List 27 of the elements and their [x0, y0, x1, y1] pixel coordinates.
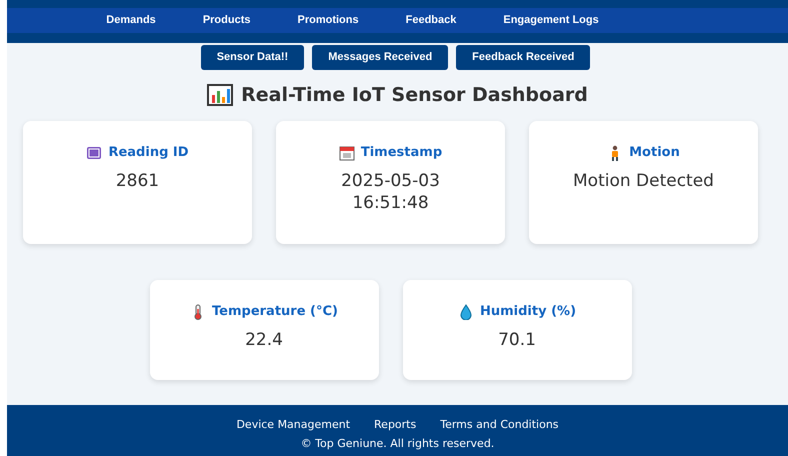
footer-link[interactable]: Terms and Conditions — [440, 417, 559, 434]
nav-link[interactable]: Engagement Logs — [503, 12, 599, 29]
nav-link[interactable]: Demands — [106, 12, 156, 29]
card-value: Motion Detected — [573, 170, 714, 192]
nav-link[interactable]: Feedback — [406, 12, 456, 29]
card-label: Temperature (°C) — [212, 302, 338, 321]
calendar-icon — [338, 144, 355, 161]
card-label: Humidity (%) — [480, 302, 576, 321]
page-title: Real-Time IoT Sensor Dashboard — [241, 84, 588, 107]
footer-link[interactable]: Reports — [374, 417, 416, 434]
card-value: 2861 — [116, 170, 160, 192]
card-value: 22.4 — [245, 329, 283, 352]
copyright-text: © Top Geniune. All rights reserved. — [300, 436, 494, 450]
card-value: 2025-05-03 16:51:48 — [340, 170, 441, 214]
card-label: Motion — [629, 144, 680, 162]
nav-button[interactable]: Messages Received — [312, 45, 448, 70]
drop-icon — [458, 304, 474, 320]
nav-button[interactable]: Sensor Data!! — [200, 45, 304, 70]
card-value: 70.1 — [498, 329, 536, 352]
nav-button[interactable]: Feedback Received — [456, 45, 590, 70]
id-icon — [86, 144, 102, 161]
footer-link[interactable]: Device Management — [236, 417, 350, 434]
card-label: Timestamp — [360, 144, 442, 162]
bar-chart-icon — [207, 84, 234, 106]
nav-link[interactable]: Promotions — [298, 12, 359, 29]
nav-link[interactable]: Products — [202, 12, 250, 29]
card-label: Reading ID — [108, 144, 189, 162]
